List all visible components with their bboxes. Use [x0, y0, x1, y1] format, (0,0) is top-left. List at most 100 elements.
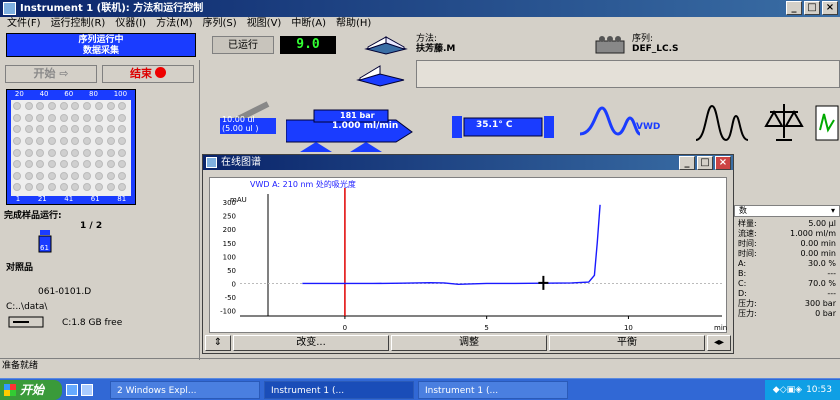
tray-well	[94, 183, 103, 192]
online-plot-window[interactable]: 在线图谱 _ □ × VWD A: 210 nm 处的吸光度 mAU 300 250 2…	[202, 154, 734, 354]
quick-launch	[66, 381, 106, 399]
menu-sequence[interactable]: 序列(S)	[200, 17, 240, 31]
method-tab-icon[interactable]	[350, 60, 416, 88]
tray-well	[118, 183, 127, 192]
tray-well	[118, 136, 127, 145]
tray-well	[118, 160, 127, 169]
x-axis-unit: min	[714, 324, 727, 332]
start-menu-button[interactable]: 开始	[0, 379, 62, 400]
tray-icons[interactable]: ◆◇▣◈	[773, 380, 802, 400]
adjust-button[interactable]: 调整	[391, 335, 547, 351]
method-value: 扶芳藤.M	[416, 44, 456, 54]
maximize-button[interactable]: □	[804, 1, 820, 15]
tray-well	[83, 102, 92, 110]
x-tick-label: 0	[343, 324, 347, 332]
y-tick-label: 50	[227, 267, 236, 275]
sequence-info: 序列: DEF_LC.S	[632, 34, 679, 54]
tray-well	[36, 136, 45, 145]
minimize-button[interactable]: _	[786, 1, 802, 15]
disk-free: C:1.8 GB free	[62, 318, 123, 328]
y-tick-label: -50	[225, 294, 236, 302]
taskbar-item-instrument-2[interactable]: Instrument 1 (...	[418, 380, 568, 399]
plot-close-button[interactable]: ×	[715, 156, 731, 170]
params-header: 数	[739, 206, 747, 215]
parameter-value: 0 bar	[815, 309, 836, 318]
quick-launch-icon[interactable]	[66, 383, 78, 396]
parameter-name: 压力:	[738, 309, 757, 318]
tray-well	[24, 102, 33, 110]
y-tick-label: -100	[220, 308, 236, 316]
parameter-name: 压力:	[738, 299, 757, 308]
tray-well	[71, 148, 80, 157]
menu-run-control[interactable]: 运行控制(R)	[48, 17, 109, 31]
injector-line1: 10.00 ul	[222, 115, 255, 124]
taskbar-item-instrument-1[interactable]: Instrument 1 (...	[264, 380, 414, 399]
tray-well	[71, 136, 80, 145]
tray-well	[118, 113, 127, 122]
completed-value: 1 / 2	[80, 221, 103, 231]
taskbar-item-explorer[interactable]: 2 Windows Expl...	[110, 380, 260, 399]
run-status-box: 序列运行中 数据采集	[6, 33, 196, 57]
parameter-value: ---	[827, 289, 836, 298]
report-icon[interactable]	[814, 100, 840, 144]
schematic-header	[416, 60, 840, 88]
tray-well	[13, 113, 21, 122]
menu-abort[interactable]: 中断(A)	[288, 17, 329, 31]
balance-button[interactable]: 平衡	[549, 335, 705, 351]
system-tray: ◆◇▣◈ 10:53	[764, 379, 840, 400]
app-icon	[3, 2, 16, 15]
parameter-name: 流速:	[738, 229, 757, 238]
tray-well	[94, 102, 103, 110]
parameter-value: ---	[827, 269, 836, 278]
menu-method[interactable]: 方法(M)	[153, 17, 195, 31]
tray-well	[13, 171, 21, 180]
start-menu-label: 开始	[20, 382, 45, 397]
run-time-label: 已运行	[212, 36, 274, 54]
parameters-dropdown[interactable]: 数 ▾	[734, 205, 840, 217]
tray-top-label: 100	[113, 90, 128, 98]
clock: 10:53	[806, 384, 832, 395]
plot-minimize-button[interactable]: _	[679, 156, 695, 170]
balance-icon[interactable]	[762, 100, 806, 144]
parameter-row: D: ---	[734, 289, 840, 299]
plot-area: VWD A: 210 nm 处的吸光度 mAU 300 250 200 150 100 50 0…	[209, 177, 727, 333]
method-book-icon[interactable]	[362, 33, 410, 55]
scroll-leftright-icon[interactable]: ◂▸	[707, 335, 731, 351]
injector-volume: 10.00 ul (5.00 ul )	[222, 115, 258, 133]
menu-instrument[interactable]: 仪器(I)	[112, 17, 149, 31]
sequence-icon[interactable]	[590, 33, 630, 55]
menu-help[interactable]: 帮助(H)	[333, 17, 374, 31]
change-button[interactable]: 改变...	[233, 335, 389, 351]
sequence-label: 序列:	[632, 34, 654, 44]
tray-well	[83, 183, 92, 192]
start-button[interactable]: 开始 ⇨	[5, 65, 97, 83]
close-button[interactable]: ×	[822, 1, 838, 15]
tray-well	[13, 125, 21, 134]
tray-well	[83, 113, 92, 122]
reference-label: 对照品	[6, 263, 34, 273]
parameter-value: 70.0 %	[808, 279, 836, 288]
tray-well	[106, 171, 115, 180]
parameter-row: 样量: 5.00 μl	[734, 219, 840, 229]
menu-file[interactable]: 文件(F)	[4, 17, 44, 31]
injector-line2: (5.00 ul )	[222, 124, 259, 133]
plot-window-icon	[206, 157, 217, 168]
quick-launch-icon[interactable]	[81, 383, 93, 396]
tray-well	[106, 148, 115, 157]
tray-well	[48, 113, 57, 122]
y-tick-label: 0	[232, 280, 236, 288]
tray-well	[48, 148, 57, 157]
plot-maximize-button[interactable]: □	[697, 156, 713, 170]
chromatogram-chart: VWD A: 210 nm 处的吸光度mAU300250200150100500…	[220, 179, 727, 332]
stop-button[interactable]: 结束	[102, 65, 194, 83]
parameter-row: 流速: 1.000 ml/m	[734, 229, 840, 239]
parameter-value: 300 bar	[804, 299, 836, 308]
parameter-name: 样量:	[738, 219, 757, 228]
parameter-value: 1.000 ml/m	[790, 229, 836, 238]
tray-well	[94, 125, 103, 134]
tray-well	[24, 183, 33, 192]
data-analysis-icon[interactable]	[692, 100, 752, 144]
y-tick-label: 150	[223, 240, 236, 248]
menu-view[interactable]: 视图(V)	[244, 17, 285, 31]
scroll-updown-icon[interactable]: ⇕	[205, 335, 231, 351]
